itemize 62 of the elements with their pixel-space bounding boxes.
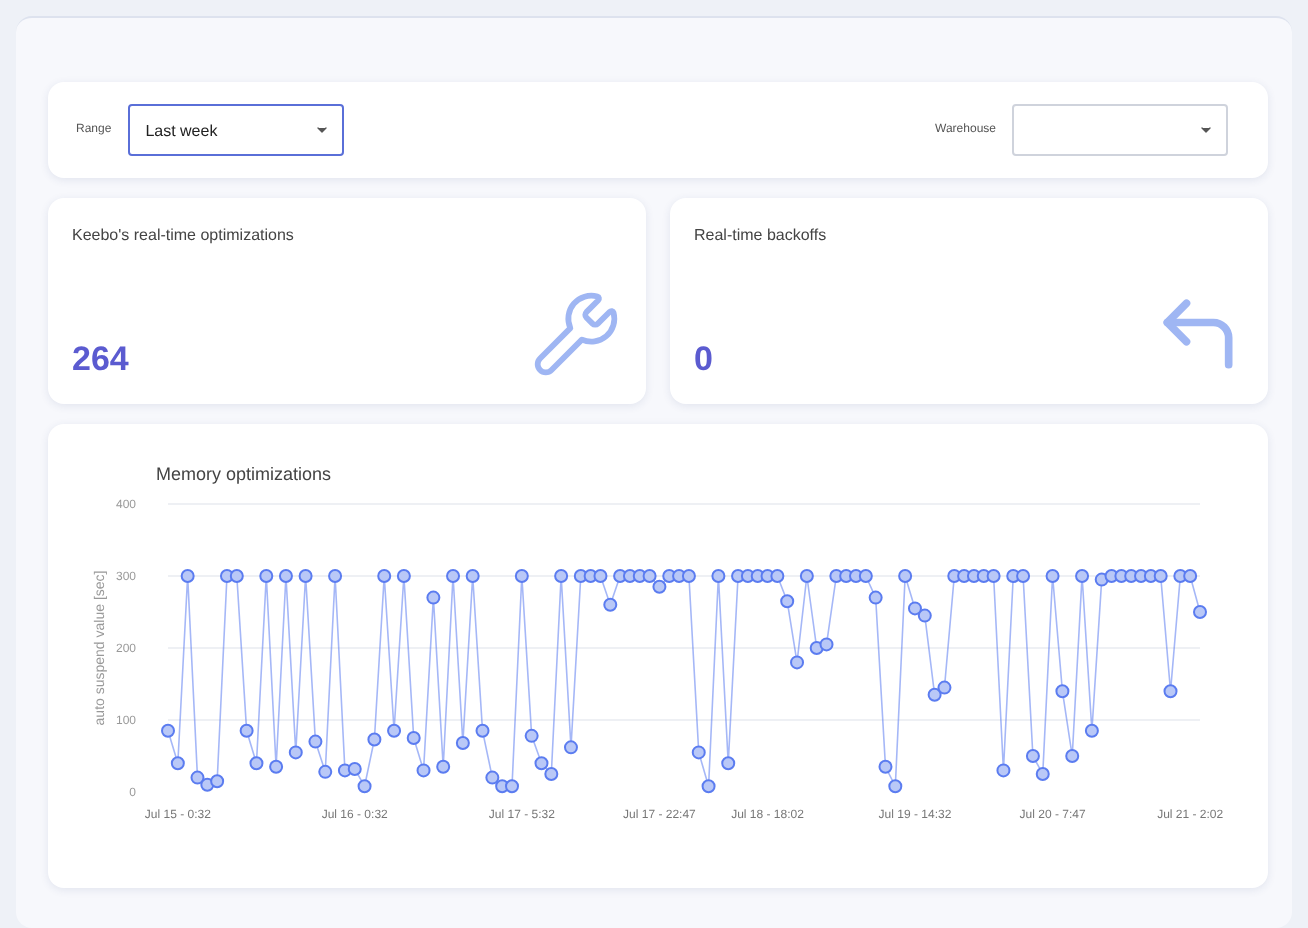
data-point [868,590,883,605]
data-point [721,756,736,771]
data-point [790,655,805,670]
data-point [799,569,814,583]
data-point [406,731,421,745]
data-point [239,723,254,738]
data-point [691,745,706,760]
data-point [475,723,490,738]
data-point [436,759,451,774]
data-point [396,569,411,583]
data-point [269,759,284,774]
data-point [711,569,726,583]
data-point [1084,723,1099,738]
stat-title: Real-time backoffs [694,226,829,244]
data-point [455,736,470,751]
data-point [1163,684,1178,699]
data-point [701,779,716,794]
data-point [888,779,903,794]
data-point [1075,569,1090,583]
data-point [554,569,569,583]
data-point [1193,605,1207,619]
data-point [161,723,175,738]
data-point [878,759,893,774]
data-point [357,779,372,794]
data-point [387,723,402,738]
data-point [426,590,441,605]
data-point [308,734,323,749]
select-field[interactable] [1012,104,1228,156]
data-point [259,569,274,583]
data-point [367,732,382,747]
data-point [377,569,392,583]
data-point [278,569,293,583]
data-point [1025,749,1040,763]
caret-icon [1198,122,1214,138]
data-point [416,763,431,778]
data-point [465,569,480,583]
wrench-icon [530,288,622,380]
data-point [1065,749,1080,763]
select-field[interactable]: Last week [127,104,344,156]
data-point [603,597,618,612]
data-point [170,756,185,771]
data-point [298,569,313,583]
data-point [288,745,303,760]
data-point [446,569,461,583]
data-point [524,728,539,743]
data-point [898,569,913,583]
caret-icon [313,122,330,138]
chart-title: Memory optimizations [156,464,332,484]
data-point [996,763,1011,778]
data-point [1055,684,1070,699]
data-point [514,569,529,583]
data-point [1035,767,1050,781]
data-point [249,756,264,771]
data-point [328,569,343,583]
stat-title: Keebo's real-time optimizations [72,226,296,244]
data-point [563,740,578,755]
data-point [780,594,795,609]
data-point [1045,569,1060,583]
stat-value: 0 [694,340,713,380]
data-point [318,764,333,779]
stat-value: 264 [72,340,129,380]
data-point [180,569,195,583]
